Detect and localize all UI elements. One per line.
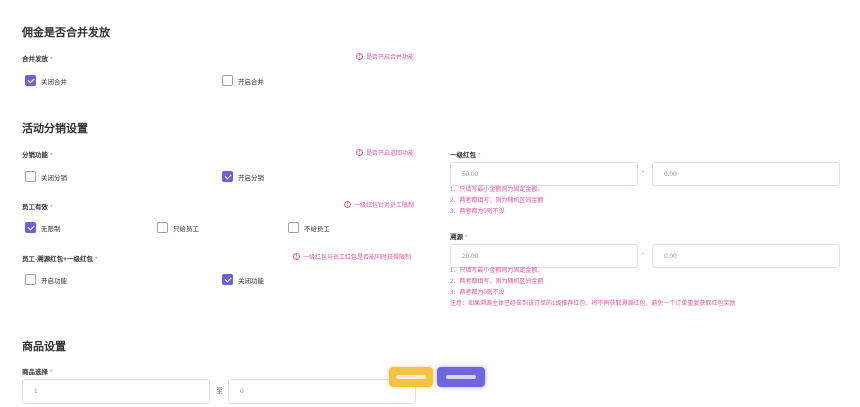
merge-section-title: 佣金是否合并发放 <box>22 27 110 39</box>
checkbox-empty-icon[interactable] <box>157 222 168 233</box>
checkbox-checked-icon[interactable] <box>222 171 233 182</box>
checkbox-empty-icon[interactable] <box>25 171 36 182</box>
goods-from-input[interactable]: 1 <box>22 379 210 404</box>
floating-purple-button[interactable] <box>437 367 485 387</box>
source-min-input[interactable]: 20.00 <box>450 244 638 268</box>
distribution-label: 分销功能 * <box>22 152 53 159</box>
note-line: 3、两者都为0则不设 <box>450 209 505 215</box>
note-line: 2、两者都填写，则为随机区间金额 <box>450 279 544 285</box>
floating-yellow-button[interactable] <box>389 367 433 387</box>
checkbox-empty-icon[interactable] <box>25 274 36 285</box>
merge-field-label: 合并发放 * <box>22 56 53 63</box>
range-separator: - <box>642 251 645 258</box>
info-icon: ! <box>356 53 363 60</box>
staff-source-label: 员工-溯源红包+一级红包 * <box>22 256 98 263</box>
distribution-hint: ! 是否开启巡回功能 <box>356 148 414 157</box>
distribution-option-on[interactable]: 开启分销 <box>222 171 264 182</box>
staff-option-unlimited[interactable]: 无限制 <box>25 222 61 233</box>
staff-source-option-off[interactable]: 关闭功能 <box>222 274 264 285</box>
info-icon: ! <box>344 201 351 208</box>
merge-option-on[interactable]: 开启合并 <box>222 75 264 86</box>
level1-max-input[interactable]: 0.00 <box>652 162 840 186</box>
note-warning: 注意：如果溯源主体已经拿到该订单的1级推荐红包，将不再获取溯源红包，避免一个订单… <box>450 301 736 307</box>
note-line: 2、两者都填写，则为随机区间金额 <box>450 198 544 204</box>
checkbox-checked-icon[interactable] <box>222 274 233 285</box>
merge-hint: ! 是否开启合并功能 <box>356 52 414 61</box>
checkbox-empty-icon[interactable] <box>222 75 233 86</box>
level1-min-input[interactable]: 50.00 <box>450 162 638 186</box>
distribution-option-off[interactable]: 关闭分销 <box>25 171 67 182</box>
range-separator: - <box>642 169 645 176</box>
goods-to-input[interactable]: 0 <box>228 379 416 404</box>
required-mark: * <box>50 56 53 63</box>
required-mark: * <box>50 369 53 376</box>
level1-label: 一级红包 * <box>450 152 481 159</box>
checkbox-checked-icon[interactable] <box>25 222 36 233</box>
staff-source-hint: ! 一级红包与员工红包是否能同时获得限制 <box>293 252 411 261</box>
note-line: 1、只填写最小金额则为固定金额。 <box>450 268 544 274</box>
merge-option-off[interactable]: 关闭合并 <box>25 75 67 86</box>
note-line: 1、只填写最小金额则为固定金额。 <box>450 187 544 193</box>
staff-option-only-staff[interactable]: 只给员工 <box>157 222 199 233</box>
source-max-input[interactable]: 0.00 <box>652 244 840 268</box>
required-mark: * <box>478 152 481 159</box>
staff-hint: ! 一级红包针对员工限制 <box>344 200 414 209</box>
activity-section-title: 活动分销设置 <box>22 123 88 135</box>
goods-section-title: 商品设置 <box>22 341 66 353</box>
required-mark: * <box>465 234 468 241</box>
button-label-placeholder <box>396 375 426 379</box>
staff-option-no-staff[interactable]: 不给员工 <box>288 222 330 233</box>
source-label: 溯源 * <box>450 234 468 241</box>
staff-source-option-on[interactable]: 开启功能 <box>25 274 67 285</box>
goods-to-label: 至 <box>216 388 223 395</box>
goods-select-label: 商品选择 * <box>22 369 53 376</box>
staff-label: 员工有效 * <box>22 204 53 211</box>
checkbox-checked-icon[interactable] <box>25 75 36 86</box>
note-line: 3、两者都为0则不设 <box>450 290 505 296</box>
required-mark: * <box>94 256 98 263</box>
source-notes: 1、只填写最小金额则为固定金额。 2、两者都填写，则为随机区间金额 3、两者都为… <box>450 266 735 310</box>
required-mark: * <box>50 204 53 211</box>
required-mark: * <box>50 152 53 159</box>
info-icon: ! <box>356 149 363 156</box>
checkbox-empty-icon[interactable] <box>288 222 299 233</box>
level1-notes: 1、只填写最小金额则为固定金额。 2、两者都填写，则为随机区间金额 3、两者都为… <box>450 185 543 218</box>
button-label-placeholder <box>446 375 476 379</box>
info-icon: ! <box>293 253 300 260</box>
